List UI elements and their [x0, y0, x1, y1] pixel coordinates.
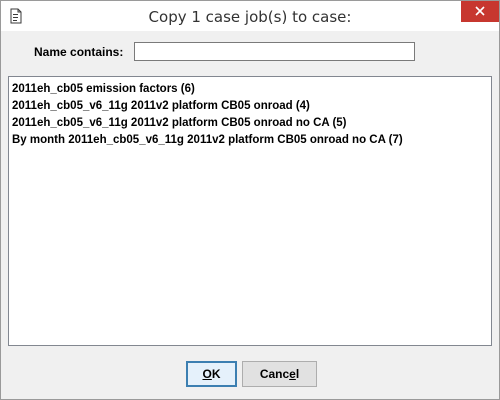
list-item[interactable]: 2011eh_cb05_v6_11g 2011v2 platform CB05 …: [9, 115, 491, 132]
cancel-mnemonic: e: [289, 367, 296, 381]
title-bar[interactable]: Copy 1 case job(s) to case:: [1, 1, 499, 31]
name-contains-label: Name contains:: [34, 45, 124, 59]
cancel-label-end: l: [295, 367, 300, 381]
list-item[interactable]: 2011eh_cb05 emission factors (6): [9, 81, 491, 98]
ok-label-rest: K: [211, 367, 221, 381]
list-item[interactable]: By month 2011eh_cb05_v6_11g 2011v2 platf…: [9, 132, 491, 149]
ok-button[interactable]: OK: [186, 361, 237, 387]
list-item[interactable]: 2011eh_cb05_v6_11g 2011v2 platform CB05 …: [9, 98, 491, 115]
name-contains-input[interactable]: [134, 42, 415, 61]
close-icon: [475, 3, 485, 21]
copy-case-jobs-dialog: Copy 1 case job(s) to case: Name contain…: [0, 0, 500, 400]
dialog-title: Copy 1 case job(s) to case:: [148, 8, 352, 26]
ok-mnemonic: O: [202, 367, 212, 381]
cancel-label-start: Canc: [259, 367, 290, 381]
close-button[interactable]: [461, 1, 499, 22]
case-list[interactable]: 2011eh_cb05 emission factors (6) 2011eh_…: [8, 76, 492, 346]
cancel-button[interactable]: Canc e l: [242, 361, 317, 387]
